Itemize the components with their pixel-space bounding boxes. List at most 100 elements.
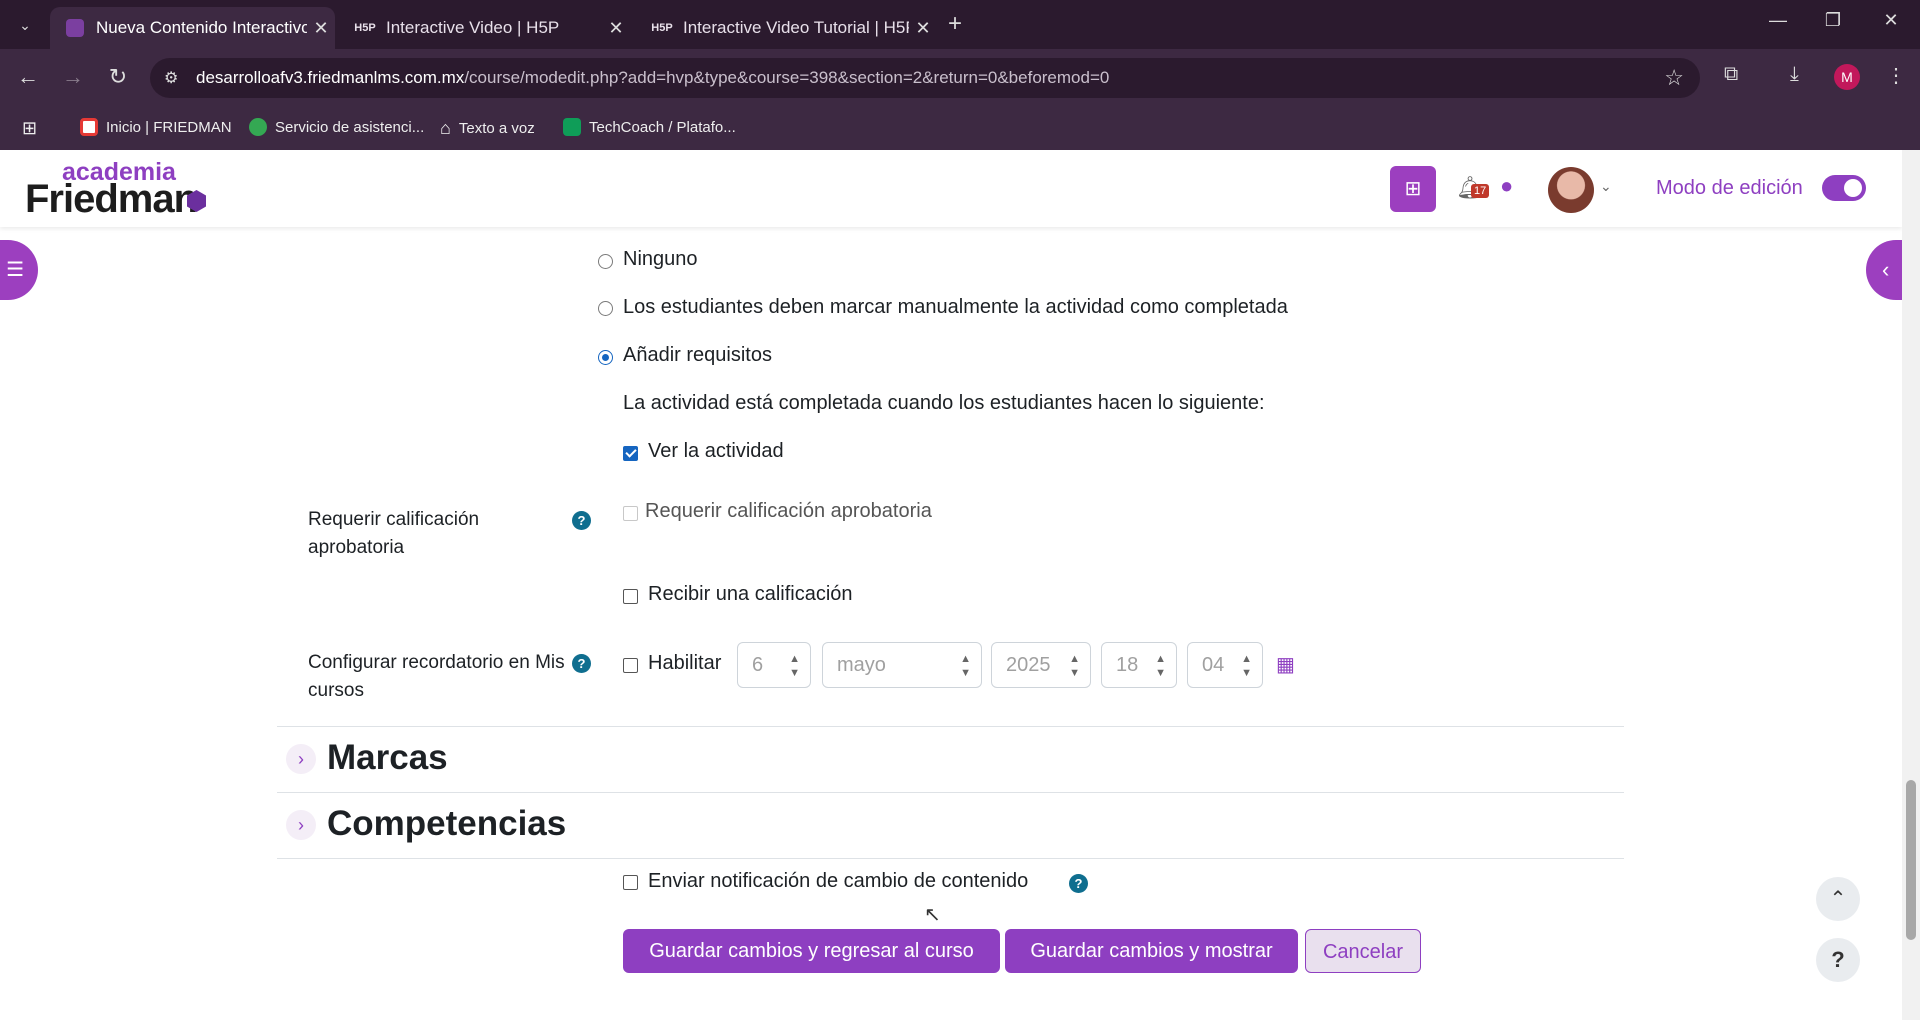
- headset-icon: [249, 118, 267, 136]
- reload-icon[interactable]: ↻: [103, 64, 133, 90]
- bookmark-inicio[interactable]: Inicio | FRIEDMAN: [80, 118, 232, 136]
- select-arrows-icon: ▲ ▼: [1155, 653, 1166, 679]
- tab-title: Interactive Video Tutorial | H5P: [683, 18, 909, 37]
- profile-avatar[interactable]: M: [1834, 64, 1860, 90]
- section-divider: [277, 726, 1624, 727]
- user-avatar[interactable]: [1548, 167, 1594, 213]
- select-value: 2025: [1006, 654, 1051, 676]
- site-info-icon[interactable]: ⚙: [164, 68, 178, 88]
- moodle-favicon-icon: [66, 19, 84, 37]
- page-scrollbar[interactable]: [1902, 150, 1920, 1020]
- h5p-favicon-icon: H5P: [651, 22, 673, 34]
- bookmark-star-icon[interactable]: ☆: [1664, 65, 1684, 91]
- bookmark-texto-a-voz[interactable]: ⌂ Texto a voz: [440, 118, 535, 139]
- apps-grid-icon[interactable]: ⊞: [22, 118, 37, 139]
- select-value: mayo: [837, 654, 886, 676]
- url-path: /course/modedit.php?add=hvp&type&course=…: [464, 68, 1110, 87]
- section-divider: [277, 792, 1624, 793]
- reminder-month-select[interactable]: mayo ▲ ▼: [822, 642, 982, 688]
- option-label: Ninguno: [623, 248, 698, 270]
- help-icon[interactable]: ?: [572, 511, 591, 530]
- chevron-left-icon: ‹: [1882, 257, 1890, 282]
- cancel-button[interactable]: Cancelar: [1305, 929, 1421, 973]
- checkbox-passing-grade[interactable]: [623, 506, 638, 521]
- browser-menu-icon[interactable]: ⋮: [1886, 63, 1906, 88]
- reminder-year-select[interactable]: 2025 ▲ ▼: [991, 642, 1091, 688]
- tab-search-button[interactable]: ⌄: [10, 12, 40, 38]
- minimize-icon[interactable]: —: [1763, 10, 1793, 31]
- close-tab-icon[interactable]: ✕: [602, 18, 630, 39]
- select-value: 04: [1202, 654, 1225, 676]
- checkbox-view-activity[interactable]: [623, 446, 638, 461]
- browser-tab-bar: ⌄ Nueva Contenido Interactivo | H ✕ H5P …: [0, 0, 1920, 49]
- receive-grade-label: Recibir una calificación: [648, 583, 853, 605]
- section-marcas-title[interactable]: Marcas: [327, 738, 448, 778]
- select-arrows-icon: ▲ ▼: [1069, 653, 1080, 679]
- passing-grade-row-label: Requerir calificación aprobatoria: [308, 509, 480, 558]
- tab-title: Interactive Video | H5P: [386, 18, 560, 37]
- tab-interactive-video-tutorial[interactable]: H5P Interactive Video Tutorial | H5P ✕: [637, 7, 937, 49]
- reminder-day-select[interactable]: 6 ▲ ▼: [737, 642, 811, 688]
- h5p-favicon-icon: H5P: [354, 22, 376, 34]
- checkbox-receive-grade[interactable]: [623, 589, 638, 604]
- reminder-hour-select[interactable]: 18 ▲ ▼: [1101, 642, 1177, 688]
- radio-manual-completion[interactable]: [598, 301, 613, 316]
- restore-icon[interactable]: ❐: [1818, 10, 1848, 31]
- url-text[interactable]: desarrolloafv3.friedmanlms.com.mx/course…: [196, 68, 1109, 88]
- help-button[interactable]: ?: [1816, 938, 1860, 982]
- save-and-return-button[interactable]: Guardar cambios y regresar al curso: [623, 929, 1000, 973]
- enable-label: Habilitar: [648, 652, 722, 674]
- checkbox-send-notification[interactable]: [623, 875, 638, 890]
- apps-grid-button[interactable]: ⊞: [1390, 166, 1436, 212]
- logo-friedman[interactable]: Friedman: [25, 177, 198, 222]
- calendar-icon[interactable]: ▦: [1276, 652, 1295, 677]
- back-icon[interactable]: ←: [13, 64, 43, 90]
- select-arrows-icon: ▲ ▼: [1241, 653, 1252, 679]
- new-tab-icon[interactable]: +: [948, 10, 962, 38]
- bookmark-techcoach[interactable]: TechCoach / Platafo...: [563, 118, 736, 136]
- select-value: 6: [752, 654, 764, 676]
- chevron-down-icon[interactable]: ⌄: [1600, 178, 1612, 195]
- select-arrows-icon: ▲ ▼: [789, 653, 800, 679]
- requirements-intro: La actividad está completada cuando los …: [623, 392, 1265, 414]
- send-notification-label: Enviar notificación de cambio de conteni…: [648, 870, 1029, 892]
- back-to-top-button[interactable]: ⌃: [1816, 877, 1860, 921]
- browser-toolbar: ← → ↻ ⚙ desarrolloafv3.friedmanlms.com.m…: [0, 49, 1920, 108]
- bookmark-servicio[interactable]: Servicio de asistenci...: [249, 118, 424, 136]
- select-value: 18: [1116, 654, 1139, 676]
- page-content: academia Friedman ⊞ 🔔︎ 17 ● ⌄ Modo de ed…: [0, 150, 1902, 1020]
- option-label: Añadir requisitos: [623, 344, 772, 366]
- chevron-right-icon[interactable]: ›: [286, 744, 316, 774]
- close-window-icon[interactable]: ✕: [1876, 10, 1906, 31]
- block-drawer-button[interactable]: ‹: [1866, 240, 1902, 300]
- forward-icon[interactable]: →: [58, 64, 88, 90]
- radio-ninguno[interactable]: [598, 254, 613, 269]
- save-and-display-button[interactable]: Guardar cambios y mostrar: [1005, 929, 1298, 973]
- checkbox-enable-reminder[interactable]: [623, 658, 638, 673]
- sheets-icon: [563, 118, 581, 136]
- extensions-icon[interactable]: ⧉: [1724, 63, 1738, 86]
- list-icon: ☰: [6, 259, 24, 281]
- tab-interactive-video[interactable]: H5P Interactive Video | H5P ✕: [340, 7, 630, 49]
- reminder-row-label: Configurar recordatorio en Mis cursos: [308, 652, 565, 701]
- radio-add-requirements[interactable]: [598, 350, 613, 365]
- messages-chat-icon[interactable]: ●: [1500, 173, 1513, 199]
- bookmarks-bar: ⊞ Inicio | FRIEDMAN Servicio de asistenc…: [0, 108, 1920, 150]
- scrollbar-thumb[interactable]: [1906, 780, 1916, 940]
- course-index-drawer-button[interactable]: ☰: [0, 240, 38, 300]
- chevron-right-icon[interactable]: ›: [286, 810, 316, 840]
- help-icon[interactable]: ?: [572, 654, 591, 673]
- address-bar[interactable]: ⚙ desarrolloafv3.friedmanlms.com.mx/cour…: [150, 58, 1700, 98]
- tab-active[interactable]: Nueva Contenido Interactivo | H ✕: [50, 7, 335, 49]
- close-tab-icon[interactable]: ✕: [909, 18, 937, 39]
- edit-mode-toggle[interactable]: [1822, 175, 1866, 201]
- download-icon[interactable]: ⤓: [1790, 63, 1799, 86]
- reminder-minute-select[interactable]: 04 ▲ ▼: [1187, 642, 1263, 688]
- bookmark-label: TechCoach / Platafo...: [589, 118, 736, 136]
- mouse-cursor-icon: ↖: [924, 904, 941, 926]
- help-icon[interactable]: ?: [1069, 874, 1088, 893]
- toggle-knob: [1844, 179, 1862, 197]
- passing-grade-checkbox-label: Requerir calificación aprobatoria: [645, 500, 932, 522]
- close-tab-icon[interactable]: ✕: [307, 18, 335, 39]
- section-competencias-title[interactable]: Competencias: [327, 804, 566, 844]
